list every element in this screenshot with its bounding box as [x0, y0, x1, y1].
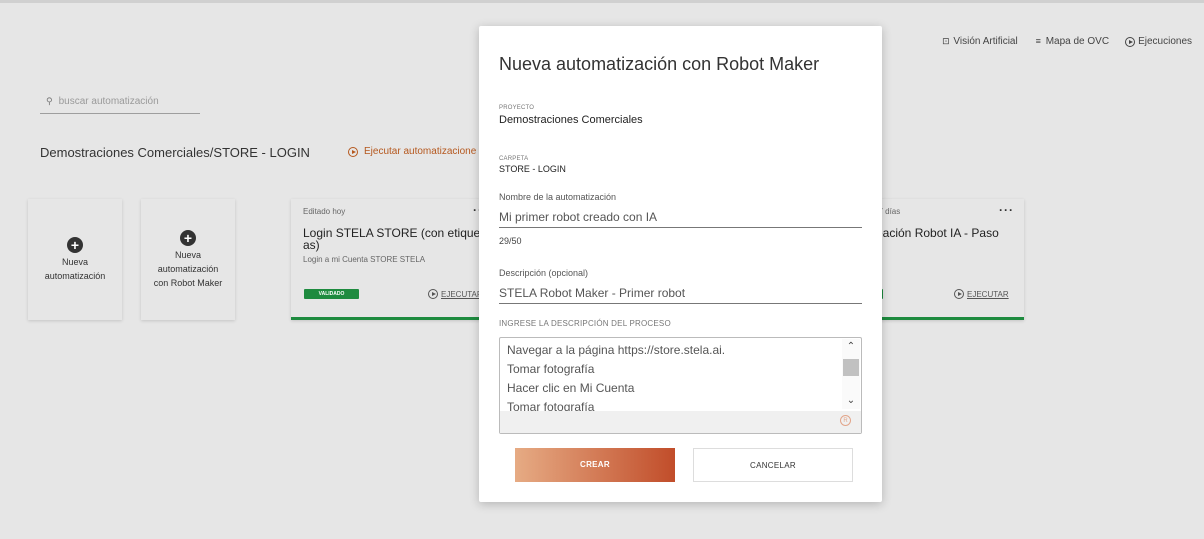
card-execute-label: EJECUTAR — [441, 289, 481, 299]
process-line: Navegar a la página https://store.stela.… — [507, 343, 726, 357]
process-description-label: INGRESE LA DESCRIPCIÓN DEL PROCESO — [499, 319, 671, 328]
chevron-up-icon[interactable]: ⌃ — [845, 342, 857, 352]
nav-label: Visión Artificial — [953, 36, 1018, 47]
process-line: Tomar fotografía — [507, 362, 595, 376]
process-line: Hacer clic en Mi Cuenta — [507, 381, 635, 395]
card-subtitle: Login a mi Cuenta STORE STELA — [303, 255, 426, 264]
top-border — [0, 0, 1204, 3]
create-button[interactable]: CREAR — [515, 448, 675, 482]
process-description-textarea[interactable]: Navegar a la página https://store.stela.… — [499, 337, 862, 434]
card-title-line2: as) — [303, 238, 320, 252]
card-execute-link[interactable]: EJECUTAR — [428, 289, 481, 299]
folder-value: STORE - LOGIN — [499, 164, 566, 174]
card-title: reación Robot IA - Paso — [872, 226, 999, 240]
new-robot-maker-label: Nueva automatización con Robot Maker — [153, 249, 223, 288]
status-badge: VALIDADO — [304, 289, 359, 299]
play-circle-icon — [954, 289, 964, 299]
description-input[interactable] — [499, 282, 862, 304]
robot-maker-dialog: Nueva automatización con Robot Maker PRO… — [479, 26, 882, 502]
scrollbar-thumb[interactable] — [843, 359, 859, 376]
plus-icon: + — [67, 236, 83, 253]
description-label: Descripción (opcional) — [499, 268, 589, 278]
textarea-footer — [500, 411, 861, 433]
eye-scan-icon: ⊡ — [942, 36, 950, 46]
dialog-title: Nueva automatización con Robot Maker — [499, 54, 820, 74]
nav-label: Ejecuciones — [1138, 36, 1192, 47]
more-options-icon[interactable]: ··· — [999, 203, 1014, 217]
new-automation-label: Nueva automatización — [44, 256, 106, 281]
project-value: Demostraciones Comerciales — [499, 114, 643, 126]
execute-all-link[interactable]: Ejecutar automatizacione — [348, 146, 476, 157]
execute-all-label: Ejecutar automatizacione — [364, 146, 477, 157]
breadcrumb: Demostraciones Comerciales/STORE - LOGIN — [40, 145, 310, 160]
top-nav: ⊡ Visión Artificial ≡ Mapa de OVC Ejecuc… — [941, 36, 1192, 47]
card-execute-label: EJECUTAR — [967, 289, 1009, 299]
plus-icon: + — [180, 229, 196, 246]
card-title: Login STELA STORE (con etique — [303, 226, 481, 240]
new-robot-maker-card[interactable]: + Nueva automatización con Robot Maker — [141, 199, 235, 320]
play-circle-icon — [428, 289, 438, 299]
search-input[interactable] — [58, 96, 189, 107]
process-lines: Navegar a la página https://store.stela.… — [507, 341, 842, 413]
folder-label: CARPETA — [499, 156, 529, 162]
new-automation-card[interactable]: + Nueva automatización — [28, 199, 122, 320]
automation-card[interactable]: 37 días ··· reación Robot IA - Paso EJEC… — [868, 199, 1024, 320]
name-label: Nombre de la automatización — [499, 192, 617, 202]
name-char-counter: 29/50 — [499, 236, 522, 246]
nav-ejecuciones[interactable]: Ejecuciones — [1125, 36, 1192, 47]
play-circle-icon — [1125, 36, 1136, 47]
nav-label: Mapa de OVC — [1045, 36, 1110, 47]
robot-maker-logo-icon: R — [840, 415, 851, 426]
textarea-scrollbar[interactable]: ⌃ ⌄ — [842, 339, 860, 409]
card-edited-label: Editado hoy — [303, 207, 346, 216]
cancel-button[interactable]: CANCELAR — [693, 448, 853, 482]
card-execute-link[interactable]: EJECUTAR — [954, 289, 1009, 299]
menu-lines-icon: ≡ — [1035, 36, 1041, 46]
nav-mapa-ovc[interactable]: ≡ Mapa de OVC — [1034, 36, 1110, 47]
chevron-down-icon[interactable]: ⌄ — [845, 396, 857, 406]
automation-name-input[interactable] — [499, 206, 862, 228]
project-label: PROYECTO — [499, 105, 535, 111]
nav-vision-artificial[interactable]: ⊡ Visión Artificial — [941, 36, 1018, 47]
search-icon: ⚲ — [46, 96, 53, 106]
search-bar: ⚲ — [40, 90, 200, 114]
play-circle-icon — [348, 146, 358, 157]
automation-card[interactable]: Editado hoy ··· Login STELA STORE (con e… — [291, 199, 481, 320]
